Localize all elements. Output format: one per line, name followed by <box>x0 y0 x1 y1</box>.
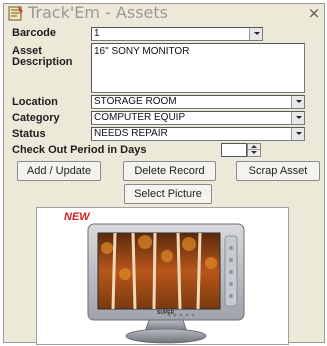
location-label: Location <box>12 96 58 108</box>
description-textarea[interactable]: 16" SONY MONITOR <box>91 43 305 93</box>
select-picture-button[interactable]: Select Picture <box>124 184 212 204</box>
delete-record-button[interactable]: Delete Record <box>123 161 216 181</box>
barcode-value: 1 <box>94 28 100 39</box>
chevron-down-icon[interactable] <box>249 28 262 40</box>
location-value: STORAGE ROOM <box>94 96 177 107</box>
checkout-period-stepper[interactable] <box>221 143 261 157</box>
monitor-image <box>87 223 245 344</box>
monitor-brand-label: SUPER <box>157 310 175 316</box>
barcode-select[interactable]: 1 <box>91 27 263 41</box>
assets-window: Track'Em - Assets × Barcode 1 Asset Desc… <box>3 3 325 345</box>
scrap-asset-button[interactable]: Scrap Asset <box>236 161 320 181</box>
stepper-down-icon[interactable] <box>248 150 260 156</box>
category-label: Category <box>12 112 60 124</box>
location-select[interactable]: STORAGE ROOM <box>91 95 305 109</box>
status-label: Status <box>12 128 46 140</box>
chevron-down-icon[interactable] <box>291 112 304 124</box>
stepper-buttons <box>247 143 261 157</box>
checkout-period-input[interactable] <box>221 143 247 157</box>
window-title: Track'Em - Assets <box>28 3 168 22</box>
status-value: NEEDS REPAIR <box>94 128 168 139</box>
category-select[interactable]: COMPUTER EQUIP <box>91 111 305 125</box>
add-update-button[interactable]: Add / Update <box>17 161 101 181</box>
category-value: COMPUTER EQUIP <box>94 112 186 123</box>
app-notepad-icon <box>8 6 24 21</box>
checkout-period-label: Check Out Period in Days <box>12 144 147 156</box>
chevron-down-icon[interactable] <box>291 128 304 140</box>
title-bar[interactable]: Track'Em - Assets × <box>4 3 324 24</box>
description-label-line2: Description <box>12 56 73 68</box>
close-icon[interactable]: × <box>306 4 322 22</box>
description-value: 16" SONY MONITOR <box>94 46 190 57</box>
asset-picture: NEW SUPER <box>36 207 289 345</box>
barcode-label: Barcode <box>12 27 57 39</box>
chevron-down-icon[interactable] <box>291 96 304 108</box>
status-select[interactable]: NEEDS REPAIR <box>91 127 305 141</box>
